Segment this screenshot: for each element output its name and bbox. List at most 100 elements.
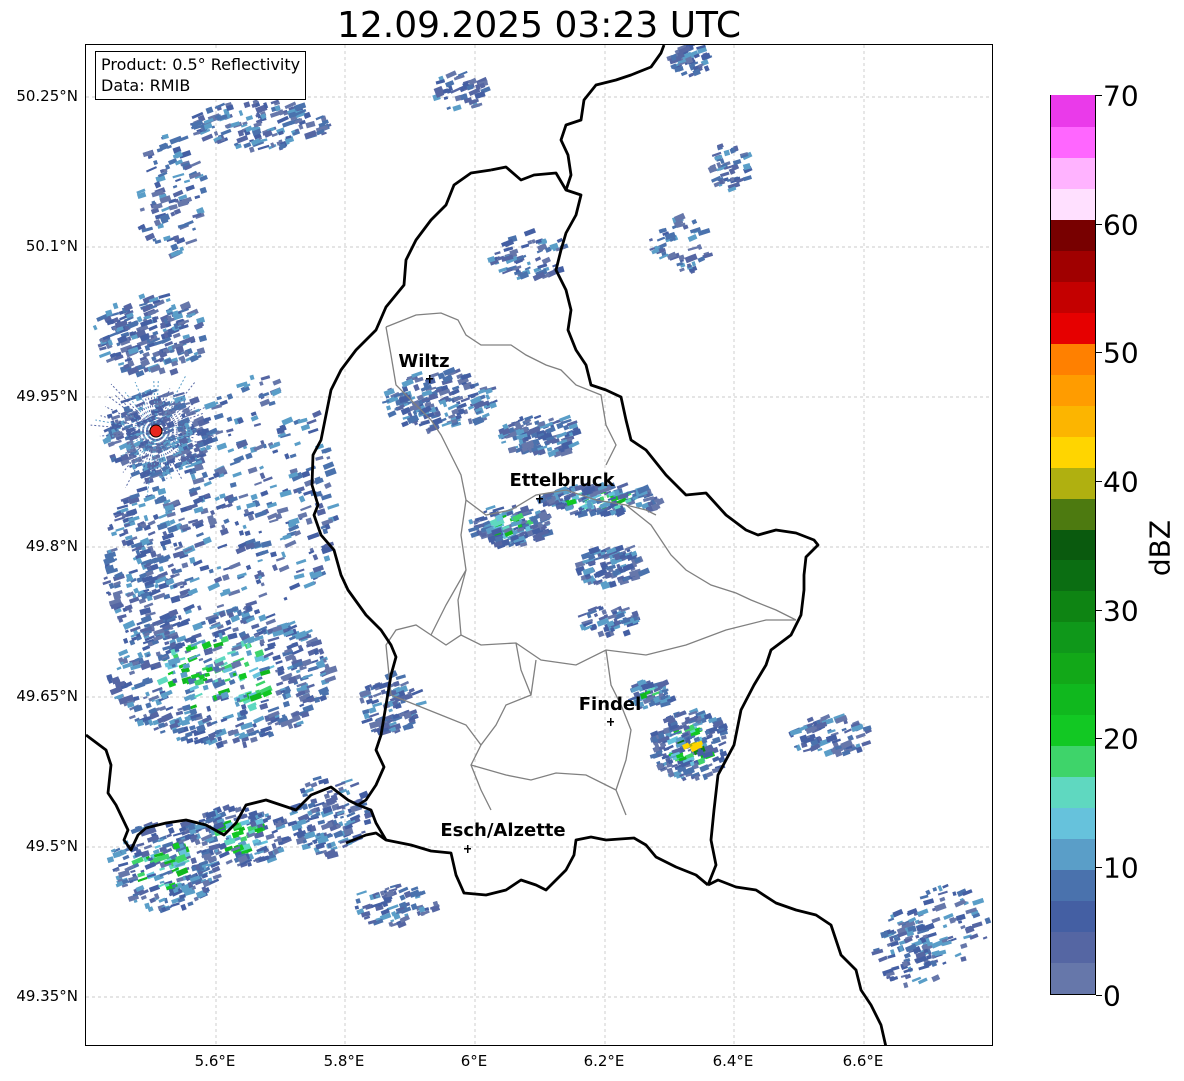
echo-cell [153,159,158,166]
echo-cell [216,442,228,451]
echo-cell [903,982,909,989]
echo-cell [300,423,311,432]
echo-cell [132,695,140,702]
echo-cell [207,581,221,592]
echo-cell [213,130,219,136]
echo-cell [226,428,234,433]
echo-cell [173,208,182,215]
echo-cell [178,517,186,522]
echo-cell [451,388,460,396]
echo-cell [271,842,277,850]
colorbar-tick-mark [1096,867,1102,868]
echo-cell [297,417,308,424]
echo-cell [267,636,280,643]
echo-cell [164,641,170,646]
echo-cell [117,861,129,868]
echo-cell [203,480,212,487]
echo-cell [106,856,115,864]
echo-cell [259,465,264,470]
echo-cell [227,433,232,437]
echo-cell [355,898,361,904]
echo-cell [403,890,412,899]
echo-cell [263,651,274,659]
echo-cell [311,409,322,418]
echo-cell [960,942,968,949]
echo-cell [242,524,247,530]
echo-cell [249,736,258,743]
echo-cell [269,484,278,489]
echo-cell [931,974,941,983]
echo-cell [122,637,129,644]
echo-cell [743,175,752,182]
echo-cell [972,897,985,906]
echo-cell [226,393,234,400]
echo-cell [931,916,941,924]
colorbar-segment [1051,343,1095,375]
colorbar-tick-label: 30 [1103,594,1139,628]
echo-cell [238,493,249,499]
echo-cell [250,493,258,501]
echo-cell [272,449,279,454]
echo-cell [691,261,696,267]
colorbar-segment [1051,807,1095,840]
echo-cell [257,144,270,151]
colorbar-segment [1051,436,1095,468]
echo-cell [918,964,930,971]
echo-cell [283,596,288,601]
echo-cell [202,684,209,691]
echo-cell [259,702,269,711]
echo-cell [167,563,174,568]
echo-cell [601,609,608,615]
echo-cell [307,428,319,434]
echo-cell [295,568,305,574]
echo-cell [146,166,157,173]
colorbar-segment [1051,776,1095,809]
radar-site-marker[interactable] [149,424,163,438]
echo-cell [243,101,251,109]
radar-map[interactable] [85,44,993,1046]
colorbar-segment [1051,962,1095,994]
echo-cell [180,671,188,679]
echo-cell [124,604,133,611]
colorbar-label: dBZ [1143,519,1177,577]
echo-cell [245,115,254,121]
colorbar-tick-label: 60 [1103,208,1139,242]
colorbar-tick-mark [1096,738,1102,739]
echo-cell [136,486,148,493]
colorbar-segment [1051,683,1095,716]
echo-cell [176,736,181,742]
echo-cell [577,612,588,618]
echo-cell [165,705,174,712]
echo-cell [679,267,685,273]
echo-cell [648,238,653,242]
echo-cell [982,936,988,940]
echo-cell [197,605,202,611]
echo-cell [363,818,372,826]
colorbar-segment [1051,405,1095,437]
echo-cell [252,722,257,728]
echo-cell [343,802,350,808]
echo-cell [293,573,305,580]
echo-cell [185,238,198,245]
echo-cell [220,128,232,136]
echo-cell [334,781,346,788]
echo-cell [255,680,266,687]
echo-cell [168,203,178,211]
echo-cell [192,622,203,631]
echo-cell [272,378,282,386]
echo-cell [156,676,169,686]
echo-cell [526,261,531,266]
colorbar-segment [1051,188,1095,220]
echo-cell [274,721,280,726]
x-tick-label: 6.2°E [583,1052,625,1070]
echo-cell [281,416,294,426]
echo-cell [246,649,252,657]
echo-cell [276,681,284,687]
echo-cell [116,666,122,671]
echo-cell [878,955,888,963]
echo-cell [281,551,287,558]
echo-cell [208,568,214,574]
echo-cell [190,857,198,865]
echo-cell [827,729,836,734]
echo-cell [253,422,262,427]
